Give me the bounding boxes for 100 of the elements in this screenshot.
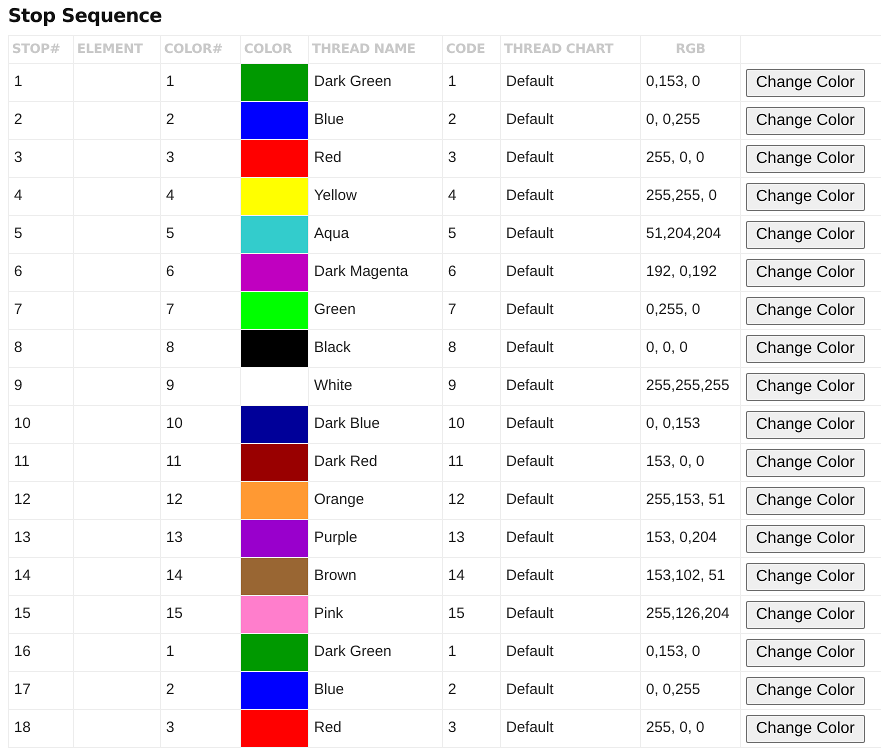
table-cell: Default <box>506 567 554 584</box>
change-color-button[interactable]: Change Color <box>746 562 865 590</box>
table-cell: 10 <box>166 415 183 432</box>
table-cell: Dark Magenta <box>314 263 408 280</box>
table-cell: Red <box>314 719 342 736</box>
table-cell: 0,153, 0 <box>646 73 700 90</box>
table-cell: Yellow <box>314 187 357 204</box>
table-cell: 2 <box>166 111 174 128</box>
table-cell: 12 <box>448 491 465 508</box>
table-cell: 4 <box>14 187 22 204</box>
table-cell: 12 <box>14 491 31 508</box>
table-cell: Default <box>506 681 554 698</box>
table-cell: 0, 0,255 <box>646 681 700 698</box>
table-cell: 192, 0,192 <box>646 263 717 280</box>
table-cell: 14 <box>166 567 183 584</box>
table-cell: Purple <box>314 529 358 546</box>
table-cell: 17 <box>14 681 31 698</box>
table-cell: 255,255,255 <box>646 377 730 394</box>
table-cell: Default <box>506 301 554 318</box>
table-cell: 16 <box>14 643 31 660</box>
table-cell: 13 <box>448 529 465 546</box>
table-cell: Default <box>506 339 554 356</box>
change-color-button[interactable]: Change Color <box>746 638 865 666</box>
table-cell: 4 <box>166 187 174 204</box>
table-cell: 12 <box>166 491 183 508</box>
change-color-button[interactable]: Change Color <box>746 182 865 210</box>
table-cell: Black <box>314 339 351 356</box>
table-cell: 1 <box>166 643 174 660</box>
table-cell: 255, 0, 0 <box>646 719 704 736</box>
table-cell: 0,255, 0 <box>646 301 700 318</box>
table-cell: 153, 0,204 <box>646 529 717 546</box>
change-color-button[interactable]: Change Color <box>746 106 865 134</box>
change-color-button[interactable]: Change Color <box>746 524 865 552</box>
table-cell: Aqua <box>314 225 350 242</box>
change-color-button[interactable]: Change Color <box>746 258 865 286</box>
change-color-button[interactable]: Change Color <box>746 486 865 514</box>
change-color-button[interactable]: Change Color <box>746 372 865 400</box>
table-cell: 2 <box>14 111 22 128</box>
table-cell: Green <box>314 301 356 318</box>
table-cell: Default <box>506 187 554 204</box>
table-cell: Default <box>506 73 554 90</box>
table-cell: 8 <box>448 339 456 356</box>
section-title: Stop Sequence <box>8 4 163 29</box>
table-cell: 51,204,204 <box>646 225 722 242</box>
table-cell: 3 <box>448 719 456 736</box>
table-cell: 13 <box>14 529 31 546</box>
table-cell: 1 <box>14 73 22 90</box>
table-cell: 2 <box>166 681 174 698</box>
table-cell: 1 <box>166 73 174 90</box>
table-cell: Blue <box>314 681 344 698</box>
change-color-button[interactable]: Change Color <box>746 600 865 628</box>
table-cell: 7 <box>14 301 22 318</box>
table-cell: 255,255, 0 <box>646 187 717 204</box>
table-cell: 15 <box>14 605 31 622</box>
change-color-button[interactable]: Change Color <box>746 144 865 172</box>
table-cell: Orange <box>314 491 364 508</box>
table-cell: 3 <box>166 149 174 166</box>
table-cell: 3 <box>166 719 174 736</box>
table-cell: Brown <box>314 567 357 584</box>
change-color-button[interactable]: Change Color <box>746 334 865 362</box>
table-cell: 5 <box>14 225 22 242</box>
table-cell: 6 <box>448 263 456 280</box>
table-cell: Blue <box>314 111 344 128</box>
change-color-button[interactable]: Change Color <box>746 448 865 476</box>
table-cell: 15 <box>448 605 465 622</box>
table-cell: 3 <box>14 149 22 166</box>
change-color-button[interactable]: Change Color <box>746 676 865 704</box>
change-color-button[interactable]: Change Color <box>746 296 865 324</box>
change-color-button[interactable]: Change Color <box>746 410 865 438</box>
table-cell: 2 <box>448 681 456 698</box>
change-color-button[interactable]: Change Color <box>746 220 865 248</box>
table-cell: 10 <box>448 415 465 432</box>
table-cell: 0, 0,153 <box>646 415 700 432</box>
table-cell: 0, 0,255 <box>646 111 700 128</box>
table-cell: 2 <box>448 111 456 128</box>
table-cell: 153,102, 51 <box>646 567 726 584</box>
table-cell: 7 <box>166 301 174 318</box>
table-cell: Default <box>506 719 554 736</box>
table-cell: 13 <box>166 529 183 546</box>
table-cell: 255,153, 51 <box>646 491 726 508</box>
table-cell: 6 <box>166 263 174 280</box>
table-cell: 8 <box>14 339 22 356</box>
change-color-button[interactable]: Change Color <box>746 714 865 742</box>
table-cell: 11 <box>14 453 30 470</box>
table-cell: Default <box>506 415 554 432</box>
table-cell: 9 <box>14 377 22 394</box>
table-cell: 10 <box>14 415 31 432</box>
table-cell: 8 <box>166 339 174 356</box>
change-color-button[interactable]: Change Color <box>746 68 865 96</box>
table-cell: Default <box>506 453 554 470</box>
table-cell: Dark Blue <box>314 415 380 432</box>
table-cell: 14 <box>14 567 31 584</box>
table-cell: 7 <box>448 301 456 318</box>
table-cell: 255, 0, 0 <box>646 149 704 166</box>
table-cell: Dark Red <box>314 453 378 470</box>
table-cell: Default <box>506 491 554 508</box>
table-cell: Default <box>506 111 554 128</box>
table-cell: Red <box>314 149 342 166</box>
table-cell: 9 <box>166 377 174 394</box>
table-cell: 11 <box>166 453 182 470</box>
